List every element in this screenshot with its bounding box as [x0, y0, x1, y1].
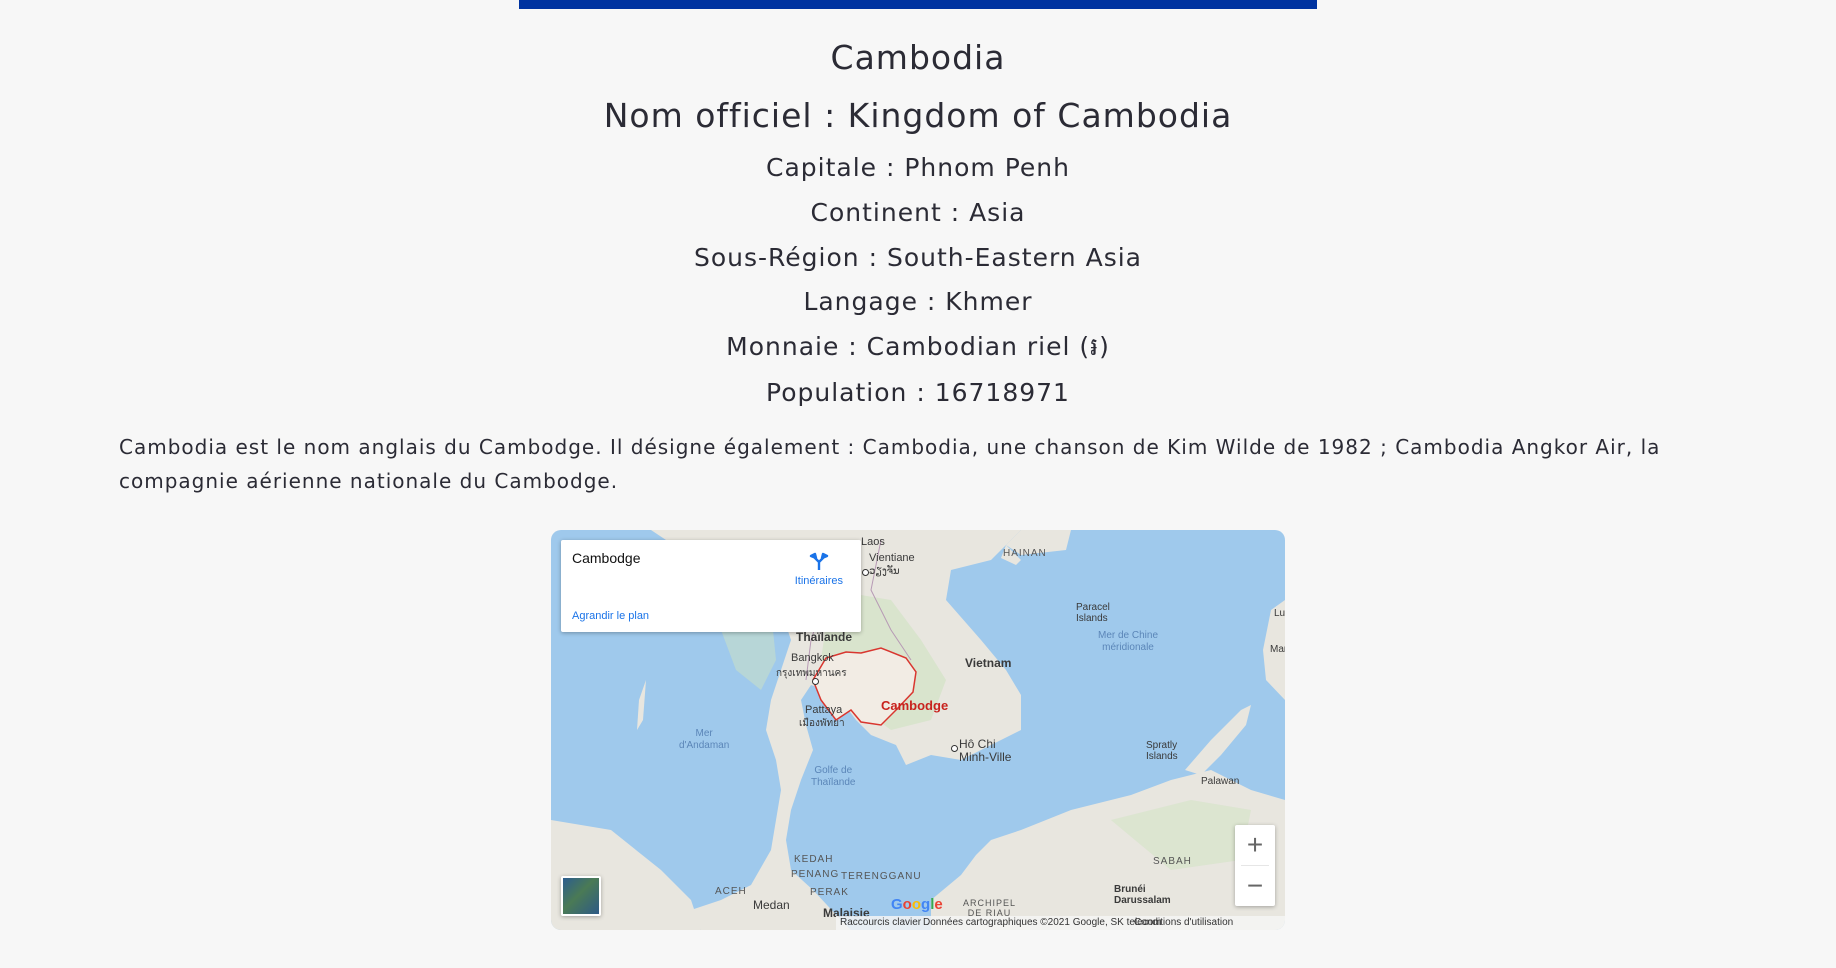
map-data-attribution: Données cartographiques ©2021 Google, SK…: [923, 917, 1162, 928]
population: Population : 16718971: [766, 378, 1070, 407]
zoom-in-button[interactable]: +: [1235, 825, 1275, 865]
map-info-card: Cambodge Itinéraires Agrandir le plan: [561, 540, 861, 632]
directions-icon: [809, 552, 829, 570]
google-logo-letter: G: [891, 896, 903, 913]
google-logo-letter: g: [921, 896, 931, 913]
official-name: Nom officiel : Kingdom of Cambodia: [603, 96, 1233, 135]
google-logo-letter: o: [902, 896, 912, 913]
map-label-hainan: HAINAN: [1003, 548, 1047, 559]
keyboard-shortcuts-link[interactable]: Raccourcis clavier: [840, 917, 921, 928]
map-label-aceh: ACEH: [715, 886, 747, 897]
map-label-pattaya: Pattaya: [805, 704, 843, 716]
directions-label: Itinéraires: [794, 575, 843, 587]
map-label-vietnam: Vietnam: [965, 656, 1012, 670]
map-city-dot: [951, 745, 958, 752]
map-label-medan: Medan: [753, 898, 790, 912]
map-label-ho-chi-minh: Hô Chi Minh-Ville: [959, 737, 1012, 764]
zoom-controls: + −: [1235, 825, 1275, 906]
country-name: Cambodia: [830, 38, 1006, 77]
map-label-cambodge: Cambodge: [881, 698, 949, 713]
map-label-bangkok: Bangkok: [791, 652, 834, 664]
language: Langage : Khmer: [803, 287, 1033, 316]
map-label-vientiane-local: ວຽງຈັນ: [869, 566, 900, 577]
map-label-vientiane: Vientiane: [869, 552, 915, 564]
map-label-spratly: Spratly Islands: [1146, 740, 1178, 762]
map-label-penang: PENANG: [791, 869, 840, 880]
map-label-kedah: KEDAH: [794, 854, 834, 865]
subregion: Sous-Région : South-Eastern Asia: [694, 243, 1142, 272]
country-description: Cambodia est le nom anglais du Cambodge.…: [119, 435, 1661, 493]
enlarge-map-link[interactable]: Agrandir le plan: [572, 610, 649, 622]
map-label-paracel: Paracel Islands: [1076, 602, 1110, 624]
layers-icon[interactable]: [561, 876, 601, 916]
capital: Capitale : Phnom Penh: [766, 153, 1070, 182]
top-accent-bar: [519, 0, 1317, 9]
google-map[interactable]: Laos Vientiane ວຽງຈັນ HAINAN Paracel Isl…: [551, 530, 1285, 930]
map-label-south-china-sea: Mer de Chine méridionale: [1098, 630, 1159, 653]
map-label-bangkok-local: กรุงเทพมหานคร: [776, 668, 847, 679]
map-label-man: Man: [1270, 644, 1285, 655]
map-label-palawan: Palawan: [1201, 776, 1240, 787]
map-label-andaman-sea: Mer d'Andaman: [679, 728, 730, 751]
map-label-lu: Lu: [1274, 608, 1285, 619]
map-label-perak: PERAK: [810, 887, 849, 898]
map-label-laos: Laos: [861, 536, 885, 548]
map-label-sabah: SABAH: [1153, 856, 1192, 867]
map-label-brunei: Brunéi Darussalam: [1114, 884, 1171, 906]
google-logo-letter: o: [911, 896, 922, 913]
google-logo-letter: e: [934, 896, 943, 913]
zoom-out-button[interactable]: −: [1235, 866, 1275, 906]
continent: Continent : Asia: [810, 198, 1026, 227]
terms-link[interactable]: Conditions d'utilisation: [1134, 917, 1233, 928]
map-city-dot: [862, 569, 869, 576]
directions-button[interactable]: Itinéraires: [795, 552, 843, 587]
map-label-pattaya-local: เมืองพัทยา: [799, 718, 845, 729]
google-logo: Google: [891, 896, 943, 913]
currency: Monnaie : Cambodian riel (៛): [726, 332, 1110, 361]
map-label-gulf-of-thailand: Golfe de Thaïlande: [811, 765, 856, 788]
map-label-riau: ARCHIPEL DE RIAU: [963, 898, 1017, 918]
map-label-thailande: Thaïlande: [796, 630, 853, 644]
place-title: Cambodge: [572, 550, 641, 566]
map-footer: Raccourcis clavier Données cartographiqu…: [836, 916, 1285, 930]
map-city-dot: [812, 678, 819, 685]
map-label-terengganu: TERENGGANU: [841, 871, 922, 882]
